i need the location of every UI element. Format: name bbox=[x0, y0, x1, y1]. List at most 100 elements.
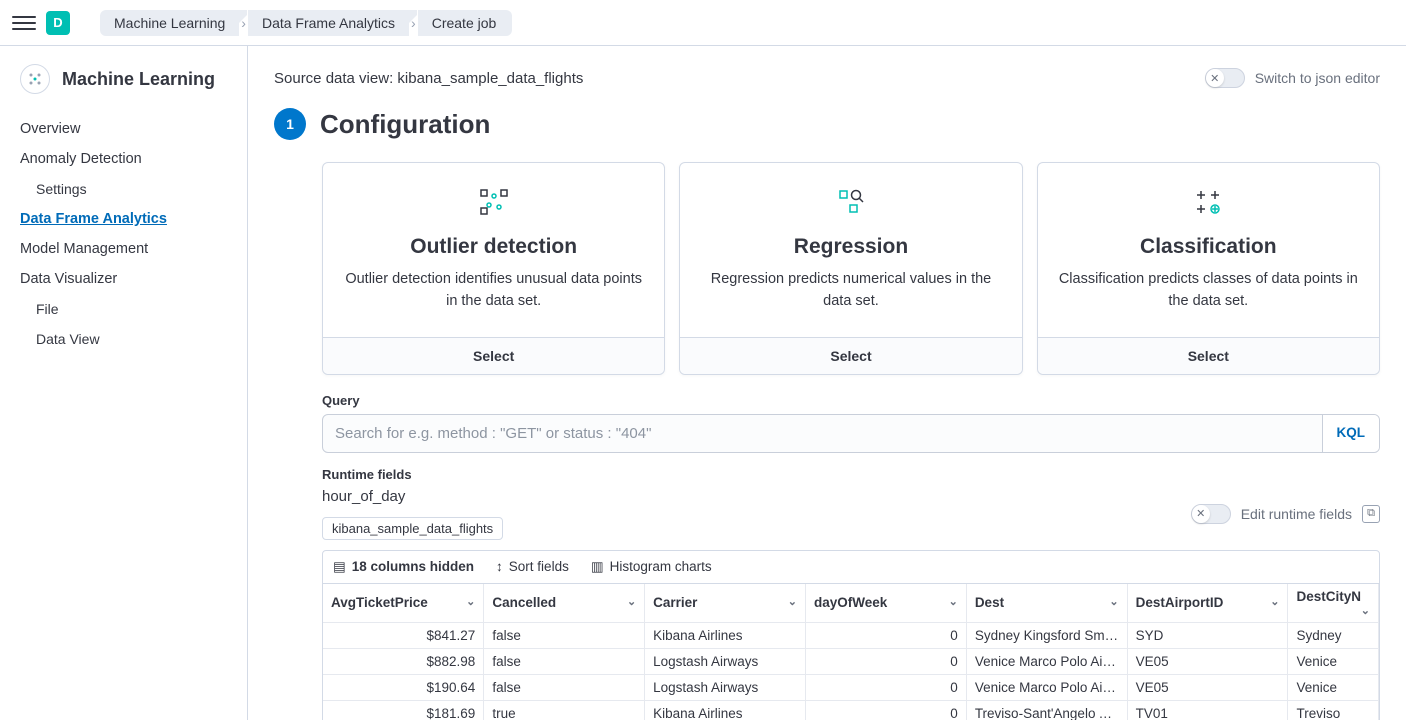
edit-runtime-switch[interactable]: ✕ bbox=[1191, 504, 1231, 524]
card-icon bbox=[1193, 187, 1223, 217]
table-cell: VE05 bbox=[1127, 648, 1288, 674]
table-cell: Logstash Airways bbox=[645, 648, 806, 674]
main-content: Source data view: kibana_sample_data_fli… bbox=[248, 46, 1406, 720]
query-label: Query bbox=[322, 393, 1380, 408]
ml-icon bbox=[20, 64, 50, 94]
table-cell: $181.69 bbox=[323, 700, 484, 720]
query-bar: KQL bbox=[322, 414, 1380, 453]
json-editor-toggle-wrap: ✕ Switch to json editor bbox=[1205, 68, 1380, 88]
column-header[interactable]: DestCityN⌄ bbox=[1288, 584, 1379, 623]
column-header[interactable]: dayOfWeek⌄ bbox=[805, 584, 966, 623]
sort-fields-button[interactable]: ↕ Sort fields bbox=[496, 559, 569, 575]
runtime-field-name: hour_of_day bbox=[322, 488, 503, 505]
card-title: Outlier detection bbox=[410, 235, 577, 259]
breadcrumb-item[interactable]: Data Frame Analytics bbox=[248, 10, 409, 36]
card-description: Outlier detection identifies unusual dat… bbox=[343, 269, 644, 313]
kql-button[interactable]: KQL bbox=[1322, 415, 1380, 452]
table-cell: 0 bbox=[805, 622, 966, 648]
table-cell: SYD bbox=[1127, 622, 1288, 648]
card-icon bbox=[836, 187, 866, 217]
chevron-down-icon: ⌄ bbox=[788, 595, 797, 608]
table-cell: Venice bbox=[1288, 648, 1379, 674]
step-number-badge: 1 bbox=[274, 108, 306, 140]
column-header[interactable]: Carrier⌄ bbox=[645, 584, 806, 623]
sidebar-header: Machine Learning bbox=[0, 64, 247, 114]
table-cell: Sydney Kingsford Smith I... bbox=[966, 622, 1127, 648]
table-row[interactable]: $841.27falseKibana Airlines0Sydney Kings… bbox=[323, 622, 1379, 648]
table-cell: Venice bbox=[1288, 674, 1379, 700]
card-description: Regression predicts numerical values in … bbox=[700, 269, 1001, 313]
table-cell: Venice Marco Polo Airport bbox=[966, 674, 1127, 700]
table-cell: true bbox=[484, 700, 645, 720]
select-button[interactable]: Select bbox=[323, 337, 664, 374]
table-cell: false bbox=[484, 648, 645, 674]
table-row[interactable]: $882.98falseLogstash Airways0Venice Marc… bbox=[323, 648, 1379, 674]
close-icon: ✕ bbox=[1206, 69, 1224, 87]
table-row[interactable]: $190.64falseLogstash Airways0Venice Marc… bbox=[323, 674, 1379, 700]
json-editor-switch[interactable]: ✕ bbox=[1205, 68, 1245, 88]
card-title: Regression bbox=[794, 235, 908, 259]
sidebar-item-anomaly-detection[interactable]: Anomaly Detection bbox=[0, 144, 247, 174]
chevron-down-icon: ⌄ bbox=[466, 595, 475, 608]
table-cell: Logstash Airways bbox=[645, 674, 806, 700]
select-button[interactable]: Select bbox=[1038, 337, 1379, 374]
table-cell: Treviso-Sant'Angelo Airport bbox=[966, 700, 1127, 720]
close-icon: ✕ bbox=[1192, 505, 1210, 523]
table-cell: Treviso bbox=[1288, 700, 1379, 720]
table-cell: $841.27 bbox=[323, 622, 484, 648]
table-row[interactable]: $181.69trueKibana Airlines0Treviso-Sant'… bbox=[323, 700, 1379, 720]
chevron-down-icon: ⌄ bbox=[1109, 595, 1118, 608]
index-chip[interactable]: kibana_sample_data_flights bbox=[322, 517, 503, 540]
data-table: ▤ 18 columns hidden ↕ Sort fields ▥ Hist… bbox=[322, 550, 1380, 720]
chevron-down-icon: ⌄ bbox=[627, 595, 636, 608]
table-cell: 0 bbox=[805, 700, 966, 720]
query-input[interactable] bbox=[323, 415, 1322, 452]
card-description: Classification predicts classes of data … bbox=[1058, 269, 1359, 313]
edit-runtime-label: Edit runtime fields bbox=[1241, 506, 1352, 522]
menu-toggle-button[interactable] bbox=[12, 11, 36, 35]
step-title: Configuration bbox=[320, 109, 490, 140]
chevron-down-icon: ⌄ bbox=[949, 595, 958, 608]
table-cell: Sydney bbox=[1288, 622, 1379, 648]
step-header: 1 Configuration bbox=[274, 108, 1380, 140]
app-logo[interactable]: D bbox=[46, 11, 70, 35]
chart-icon: ▥ bbox=[591, 559, 604, 575]
table-cell: TV01 bbox=[1127, 700, 1288, 720]
column-header[interactable]: DestAirportID⌄ bbox=[1127, 584, 1288, 623]
breadcrumb: Machine Learning › Data Frame Analytics … bbox=[100, 10, 512, 36]
runtime-fields-label: Runtime fields bbox=[322, 467, 1380, 482]
sidebar-item-data-view[interactable]: Data View bbox=[0, 324, 247, 354]
source-data-view-label: Source data view: kibana_sample_data_fli… bbox=[274, 70, 583, 87]
column-header[interactable]: Cancelled⌄ bbox=[484, 584, 645, 623]
sidebar-item-overview[interactable]: Overview bbox=[0, 114, 247, 144]
columns-icon: ▤ bbox=[333, 559, 346, 575]
sort-icon: ↕ bbox=[496, 559, 503, 574]
card-title: Classification bbox=[1140, 235, 1277, 259]
chevron-down-icon: ⌄ bbox=[1361, 604, 1370, 617]
column-header[interactable]: AvgTicketPrice⌄ bbox=[323, 584, 484, 623]
sidebar-item-data-frame-analytics[interactable]: Data Frame Analytics bbox=[0, 204, 247, 234]
sidebar-item-model-management[interactable]: Model Management bbox=[0, 234, 247, 264]
select-button[interactable]: Select bbox=[680, 337, 1021, 374]
job-type-card-outlier-detection: Outlier detection Outlier detection ident… bbox=[322, 162, 665, 375]
breadcrumb-item[interactable]: Create job bbox=[418, 10, 513, 36]
table-cell: 0 bbox=[805, 648, 966, 674]
histogram-charts-button[interactable]: ▥ Histogram charts bbox=[591, 559, 712, 575]
job-type-card-regression: Regression Regression predicts numerical … bbox=[679, 162, 1022, 375]
breadcrumb-item[interactable]: Machine Learning bbox=[100, 10, 239, 36]
sidebar-title: Machine Learning bbox=[62, 69, 215, 90]
table-cell: Venice Marco Polo Airport bbox=[966, 648, 1127, 674]
json-editor-label: Switch to json editor bbox=[1255, 70, 1380, 86]
column-header[interactable]: Dest⌄ bbox=[966, 584, 1127, 623]
table-cell: Kibana Airlines bbox=[645, 700, 806, 720]
job-type-card-classification: Classification Classification predicts cl… bbox=[1037, 162, 1380, 375]
table-cell: $190.64 bbox=[323, 674, 484, 700]
sidebar-item-data-visualizer[interactable]: Data Visualizer bbox=[0, 264, 247, 294]
table-cell: $882.98 bbox=[323, 648, 484, 674]
table-cell: false bbox=[484, 622, 645, 648]
sidebar-item-file[interactable]: File bbox=[0, 294, 247, 324]
copy-icon[interactable]: ⧉ bbox=[1362, 505, 1380, 523]
columns-hidden-button[interactable]: ▤ 18 columns hidden bbox=[333, 559, 474, 575]
sidebar-item-settings[interactable]: Settings bbox=[0, 174, 247, 204]
card-icon bbox=[479, 187, 509, 217]
